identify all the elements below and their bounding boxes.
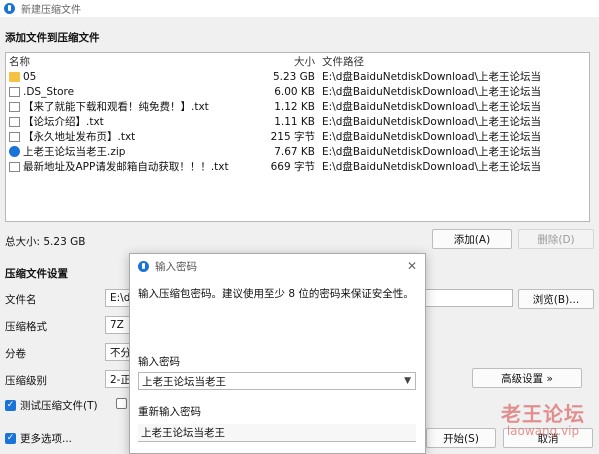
password-dialog-title: 输入密码 (155, 260, 197, 273)
checkmark-icon: ✓ (5, 433, 16, 444)
file-name-cell: 【来了就能下载和观看！纯免费！】.txt (6, 99, 246, 114)
file-icon (9, 161, 20, 172)
file-name-cell: 【永久地址发布页】.txt (6, 129, 246, 144)
file-path: E:\d盘BaiduNetdiskDownload\上老王论坛当 (322, 86, 542, 98)
file-icon (9, 116, 20, 127)
file-path: E:\d盘BaiduNetdiskDownload\上老王论坛当 (322, 101, 542, 113)
app-icon (4, 3, 15, 14)
file-size: 7.67 KB (274, 145, 315, 158)
settings-title: 压缩文件设置 (5, 268, 68, 280)
file-row[interactable]: 05 5.23 GB E:\d盘BaiduNetdiskDownload\上老王论坛… (6, 69, 589, 84)
filename-label: 文件名 (5, 294, 37, 306)
file-name-cell: 05 (6, 71, 246, 83)
file-size: 669 字节 (270, 161, 315, 173)
file-path: E:\d盘BaiduNetdiskDownload\上老王论坛当 (322, 116, 542, 128)
file-list-header: 名称 大小 文件路径 (6, 53, 589, 69)
file-name: 上老王论坛当老王.zip (23, 146, 126, 158)
file-row[interactable]: .DS_Store 6.00 KB E:\d盘BaiduNetdiskDownloa… (6, 84, 589, 99)
file-name: 【来了就能下载和观看！纯免费！】.txt (23, 101, 209, 113)
browse-button[interactable]: 浏览(B)... (518, 289, 594, 309)
watermark-url: laowang.vip (506, 424, 580, 438)
title-bar: 新建压缩文件 (0, 0, 599, 17)
file-icon (9, 86, 20, 97)
file-name-cell: 上老王论坛当老王.zip (6, 144, 246, 159)
checkmark-icon: ✓ (5, 400, 16, 411)
file-path: E:\d盘BaiduNetdiskDownload\上老王论坛当 (322, 131, 542, 143)
level-label: 压缩级别 (5, 375, 47, 387)
file-list[interactable]: 名称 大小 文件路径 05 5.23 GB E:\d盘BaiduNetdiskDow… (5, 52, 590, 222)
password-description: 输入压缩包密码。建议使用至少 8 位的密码来保证安全性。 (138, 288, 414, 300)
advanced-settings-button[interactable]: 高级设置 » (472, 368, 582, 388)
window-title: 新建压缩文件 (21, 5, 81, 16)
folder-icon (9, 71, 20, 82)
more-options-checkbox[interactable]: ✓ 更多选项... (5, 431, 72, 446)
test-archive-checkbox[interactable]: ✓ 测试压缩文件(T) (5, 398, 98, 413)
file-size: 1.12 KB (274, 100, 315, 113)
app-icon (138, 260, 149, 272)
file-name-cell: 【论坛介绍】.txt (6, 114, 246, 129)
watermark-title: 老王论坛 (501, 402, 585, 426)
delete-button[interactable]: 删除(D) (518, 229, 594, 249)
file-row[interactable]: 【来了就能下载和观看！纯免费！】.txt 1.12 KB E:\d盘BaiduNet… (6, 99, 589, 114)
checkbox-empty-icon (116, 398, 127, 409)
file-row[interactable]: 【永久地址发布页】.txt 215 字节 E:\d盘BaiduNetdiskDown… (6, 129, 589, 144)
file-name: .DS_Store (23, 85, 75, 98)
zip-icon (9, 146, 20, 157)
file-row[interactable]: 最新地址及APP请发邮箱自动获取！！！.txt 669 字节 E:\d盘BaiduN… (6, 159, 589, 174)
file-name: 【永久地址发布页】.txt (23, 131, 136, 143)
more-options-label: 更多选项... (20, 433, 73, 445)
file-name: 05 (23, 70, 37, 83)
file-icon (9, 131, 20, 142)
password-label: 输入密码 (138, 356, 180, 368)
test-archive-label: 测试压缩文件(T) (20, 400, 98, 412)
add-section-title: 添加文件到压缩文件 (5, 32, 100, 44)
file-size: 5.23 GB (272, 70, 315, 83)
file-path: E:\d盘BaiduNetdiskDownload\上老王论坛当 (322, 71, 542, 83)
confirm-password-input[interactable]: 上老王论坛当老王 (138, 424, 416, 442)
password-dialog: 输入密码 ✕ 输入压缩包密码。建议使用至少 8 位的密码来保证安全性。 输入密码… (129, 253, 426, 454)
file-row[interactable]: 【论坛介绍】.txt 1.11 KB E:\d盘BaiduNetdiskDownlo… (6, 114, 589, 129)
chevron-down-icon[interactable]: ▼ (404, 376, 411, 386)
file-name: 【论坛介绍】.txt (23, 116, 104, 128)
file-icon (9, 101, 20, 112)
file-name-cell: .DS_Store (6, 86, 246, 98)
watermark-logo: 老王论坛 laowang.vip (501, 404, 585, 438)
file-name-cell: 最新地址及APP请发邮箱自动获取！！！.txt (6, 159, 246, 174)
password-value: 上老王论坛当老王 (142, 375, 226, 388)
file-size: 1.11 KB (274, 115, 315, 128)
column-name[interactable]: 名称 (6, 54, 246, 69)
format-label: 压缩格式 (5, 321, 47, 333)
confirm-password-label: 重新输入密码 (138, 406, 201, 418)
split-label: 分卷 (5, 348, 26, 360)
file-size: 215 字节 (270, 131, 315, 143)
file-size: 6.00 KB (274, 85, 315, 98)
start-button[interactable]: 开始(S) (426, 428, 496, 448)
column-path[interactable]: 文件路径 (319, 54, 589, 69)
add-button[interactable]: 添加(A) (432, 229, 512, 249)
close-icon[interactable]: ✕ (407, 259, 417, 273)
file-row[interactable]: 上老王论坛当老王.zip 7.67 KB E:\d盘BaiduNetdiskDown… (6, 144, 589, 159)
column-size[interactable]: 大小 (246, 54, 319, 69)
password-input[interactable]: 上老王论坛当老王 ▼ (138, 372, 416, 390)
total-size: 总大小: 5.23 GB (5, 236, 86, 248)
password-dialog-titlebar: 输入密码 ✕ (130, 254, 425, 278)
file-name: 最新地址及APP请发邮箱自动获取！！！.txt (23, 161, 229, 173)
file-path: E:\d盘BaiduNetdiskDownload\上老王论坛当 (322, 146, 542, 158)
file-list-rows: 05 5.23 GB E:\d盘BaiduNetdiskDownload\上老王论坛… (6, 69, 589, 174)
file-path: E:\d盘BaiduNetdiskDownload\上老王论坛当 (322, 161, 542, 173)
